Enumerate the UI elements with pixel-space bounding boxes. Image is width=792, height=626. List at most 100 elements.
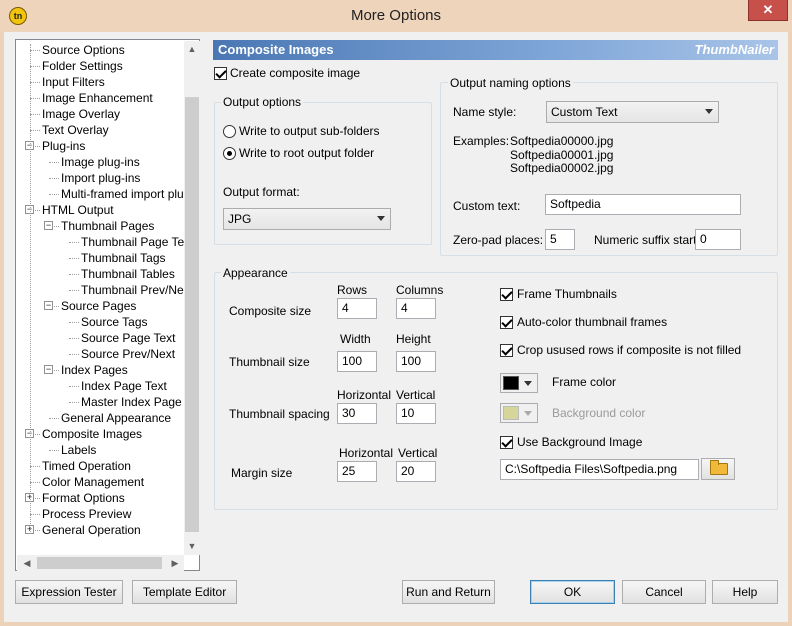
window: tn More Options ✕ Source Options Folder S… (0, 0, 792, 626)
horizontal-scroll-thumb[interactable] (37, 557, 162, 569)
output-format-select[interactable]: JPG (223, 208, 391, 230)
tree-connector (49, 162, 59, 163)
tree-item[interactable]: Master Index Page (81, 394, 182, 410)
vertical-scrollbar[interactable]: ▲ ▼ (184, 41, 200, 555)
columns-header: Columns (396, 283, 444, 297)
tree-item[interactable]: General Operation (42, 522, 141, 538)
template-editor-button[interactable]: Template Editor (132, 580, 237, 604)
output-options-title: Output options (221, 95, 304, 109)
tree-item[interactable]: Index Pages (61, 362, 128, 378)
tree-item[interactable]: Timed Operation (42, 458, 131, 474)
frame-color-picker[interactable] (500, 373, 538, 393)
spacing-vertical-input[interactable]: 10 (396, 403, 436, 424)
expression-tester-button[interactable]: Expression Tester (15, 580, 123, 604)
cancel-button[interactable]: Cancel (622, 580, 706, 604)
tree-item[interactable]: Image Enhancement (42, 90, 153, 106)
thumbnail-size-label: Thumbnail size (229, 355, 310, 369)
tree-item[interactable]: Thumbnail Prev/Next (81, 282, 193, 298)
zeropad-input[interactable]: 5 (545, 229, 575, 250)
tree-item[interactable]: Labels (61, 442, 96, 458)
title-bar[interactable]: tn More Options ✕ (0, 0, 792, 32)
use-bg-image-checkbox[interactable] (500, 436, 513, 449)
tree-item[interactable]: HTML Output (42, 202, 114, 218)
use-bg-image-label: Use Background Image (517, 435, 643, 449)
spacing-horizontal-input[interactable]: 30 (337, 403, 377, 424)
tree-connector (30, 466, 40, 467)
tree-item[interactable]: Index Page Text (81, 378, 167, 394)
tree-item[interactable]: Text Overlay (42, 122, 109, 138)
margin-horizontal-header: Horizontal (339, 446, 394, 460)
background-color-swatch (503, 406, 519, 420)
scroll-left-icon[interactable]: ◀ (19, 558, 35, 569)
tree-item[interactable]: Thumbnail Page Text (81, 234, 194, 250)
ok-button[interactable]: OK (530, 580, 615, 604)
spacing-horizontal-header: Horizontal (337, 388, 392, 402)
tree-item[interactable]: Source Prev/Next (81, 346, 175, 362)
tree-item[interactable]: Source Page Text (81, 330, 176, 346)
create-composite-checkbox[interactable] (214, 67, 227, 80)
name-style-value: Custom Text (551, 105, 618, 119)
bg-image-path-input[interactable]: C:\Softpedia Files\Softpedia.png (500, 459, 699, 480)
tree-item[interactable]: Import plug-ins (61, 170, 140, 186)
tree-collapse-icon[interactable]: − (44, 301, 53, 310)
background-color-label: Background color (552, 406, 646, 420)
width-input[interactable]: 100 (337, 351, 377, 372)
vertical-scroll-thumb[interactable] (185, 97, 199, 532)
tree-connector (30, 130, 40, 131)
tree-item[interactable]: Folder Settings (42, 58, 123, 74)
tree-item[interactable]: Process Preview (42, 506, 131, 522)
tree-item[interactable]: Input Filters (42, 74, 105, 90)
background-color-picker[interactable] (500, 403, 538, 423)
tree-item[interactable]: Image plug-ins (61, 154, 140, 170)
close-button[interactable]: ✕ (748, 0, 788, 21)
browse-button[interactable] (701, 458, 735, 480)
tree-item[interactable]: Thumbnail Tables (81, 266, 175, 282)
tree-connector (49, 178, 59, 179)
margin-vertical-input[interactable]: 20 (396, 461, 436, 482)
tree-collapse-icon[interactable]: − (44, 365, 53, 374)
crop-rows-label: Crop usused rows if composite is not fil… (517, 343, 742, 357)
tree-item[interactable]: Thumbnail Pages (61, 218, 154, 234)
auto-color-checkbox[interactable] (500, 316, 513, 329)
tree-item[interactable]: Color Management (42, 474, 144, 490)
run-and-return-button[interactable]: Run and Return (402, 580, 495, 604)
tree-item[interactable]: Multi-framed import plug-i (61, 186, 197, 202)
tree-connector (30, 82, 40, 83)
crop-rows-checkbox[interactable] (500, 344, 513, 357)
sub-folders-label: Write to output sub-folders (239, 124, 380, 138)
custom-text-input[interactable]: Softpedia (545, 194, 741, 215)
frame-color-label: Frame color (552, 375, 617, 389)
suffix-start-input[interactable]: 0 (695, 229, 741, 250)
help-button[interactable]: Help (712, 580, 778, 604)
horizontal-scrollbar[interactable]: ◀ ▶ (17, 555, 184, 571)
rows-input[interactable]: 4 (337, 298, 377, 319)
tree-connector (69, 338, 79, 339)
tree-connector (49, 450, 59, 451)
tree-collapse-icon[interactable]: − (44, 221, 53, 230)
tree-connector (69, 242, 79, 243)
columns-input[interactable]: 4 (396, 298, 436, 319)
scroll-right-icon[interactable]: ▶ (167, 558, 183, 569)
tree-item[interactable]: Source Pages (61, 298, 136, 314)
sub-folders-radio[interactable] (223, 125, 236, 138)
tree-item[interactable]: Image Overlay (42, 106, 120, 122)
tree-item[interactable]: Plug-ins (42, 138, 85, 154)
scroll-up-icon[interactable]: ▲ (184, 44, 200, 54)
tree-item[interactable]: Composite Images (42, 426, 142, 442)
tree-item[interactable]: Thumbnail Tags (81, 250, 166, 266)
tree-connector (30, 98, 40, 99)
scroll-down-icon[interactable]: ▼ (184, 541, 200, 551)
tree-connector (30, 482, 40, 483)
name-style-select[interactable]: Custom Text (546, 101, 719, 123)
example-2: Softpedia00001.jpg (510, 148, 614, 162)
root-folder-radio[interactable] (223, 147, 236, 160)
tree-item[interactable]: General Appearance (61, 410, 171, 426)
tree-item[interactable]: Format Options (42, 490, 125, 506)
height-input[interactable]: 100 (396, 351, 436, 372)
suffix-start-label: Numeric suffix start: (594, 233, 700, 247)
frame-thumbnails-checkbox[interactable] (500, 288, 513, 301)
tree-item[interactable]: Source Tags (81, 314, 148, 330)
tree-connector (69, 354, 79, 355)
tree-item[interactable]: Source Options (42, 42, 125, 58)
margin-horizontal-input[interactable]: 25 (337, 461, 377, 482)
